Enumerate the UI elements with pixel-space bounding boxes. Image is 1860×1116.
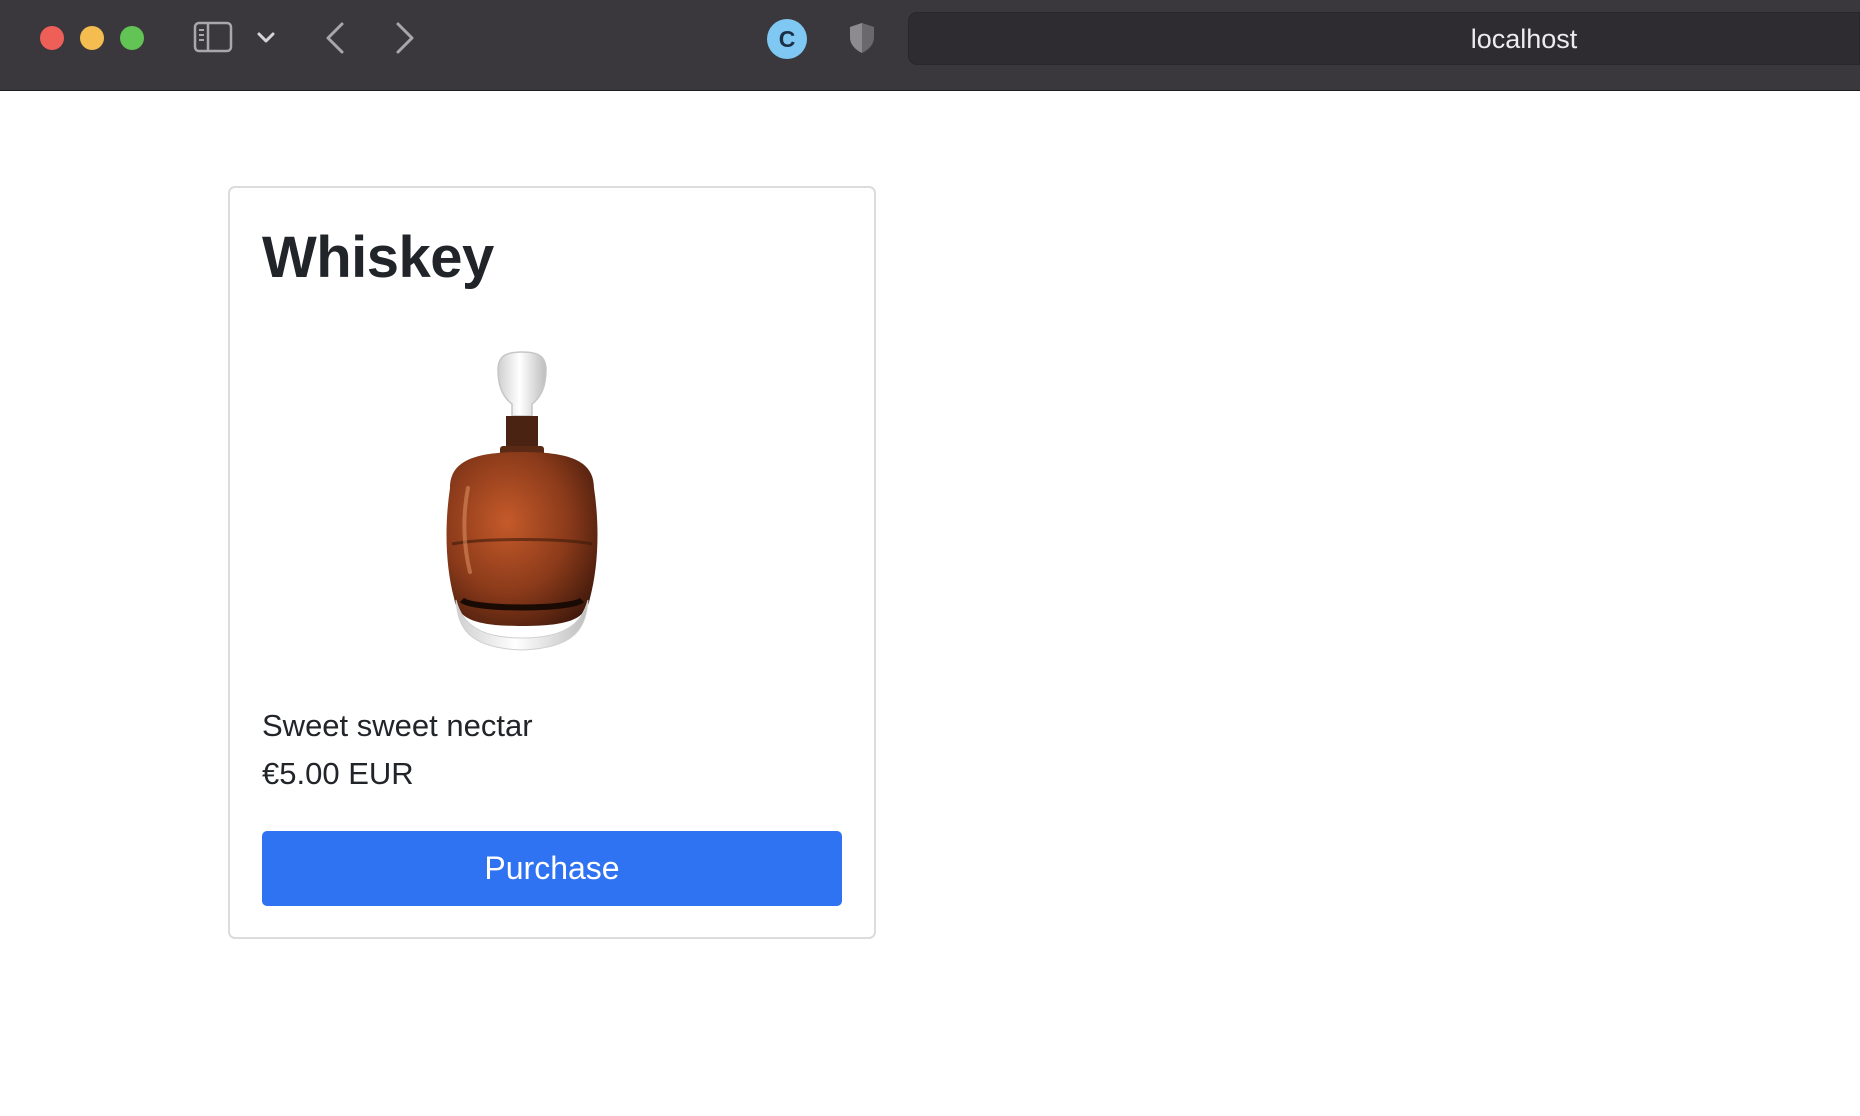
sidebar-toggle-button[interactable] [192,20,234,54]
chevron-left-icon [326,22,344,54]
product-title: Whiskey [262,225,494,290]
window-minimize-button[interactable] [80,26,104,50]
sidebar-menu-button[interactable] [254,26,278,50]
chevron-right-icon [396,22,414,54]
shield-icon [850,23,874,53]
whiskey-decanter-image [446,351,598,651]
address-bar[interactable]: localhost [908,12,1860,65]
svg-text:C: C [779,26,796,52]
address-text: localhost [1470,24,1578,54]
extension-button[interactable]: C [766,18,808,60]
extension-c-icon: C [767,19,807,59]
purchase-button[interactable]: Purchase [262,831,842,906]
product-price: €5.00 EUR [262,756,414,791]
product-card: Whiskey Sweet sweet nectar €5.00 EUR Pur… [228,186,876,939]
window-close-button[interactable] [40,26,64,50]
privacy-shield-button[interactable] [846,20,878,56]
product-description: Sweet sweet nectar [262,708,533,743]
window-maximize-button[interactable] [120,26,144,50]
browser-toolbar: C localhost [0,0,1860,91]
forward-button[interactable] [388,20,422,56]
sidebar-icon [193,21,233,53]
chevron-down-icon [257,32,275,43]
back-button[interactable] [318,20,352,56]
